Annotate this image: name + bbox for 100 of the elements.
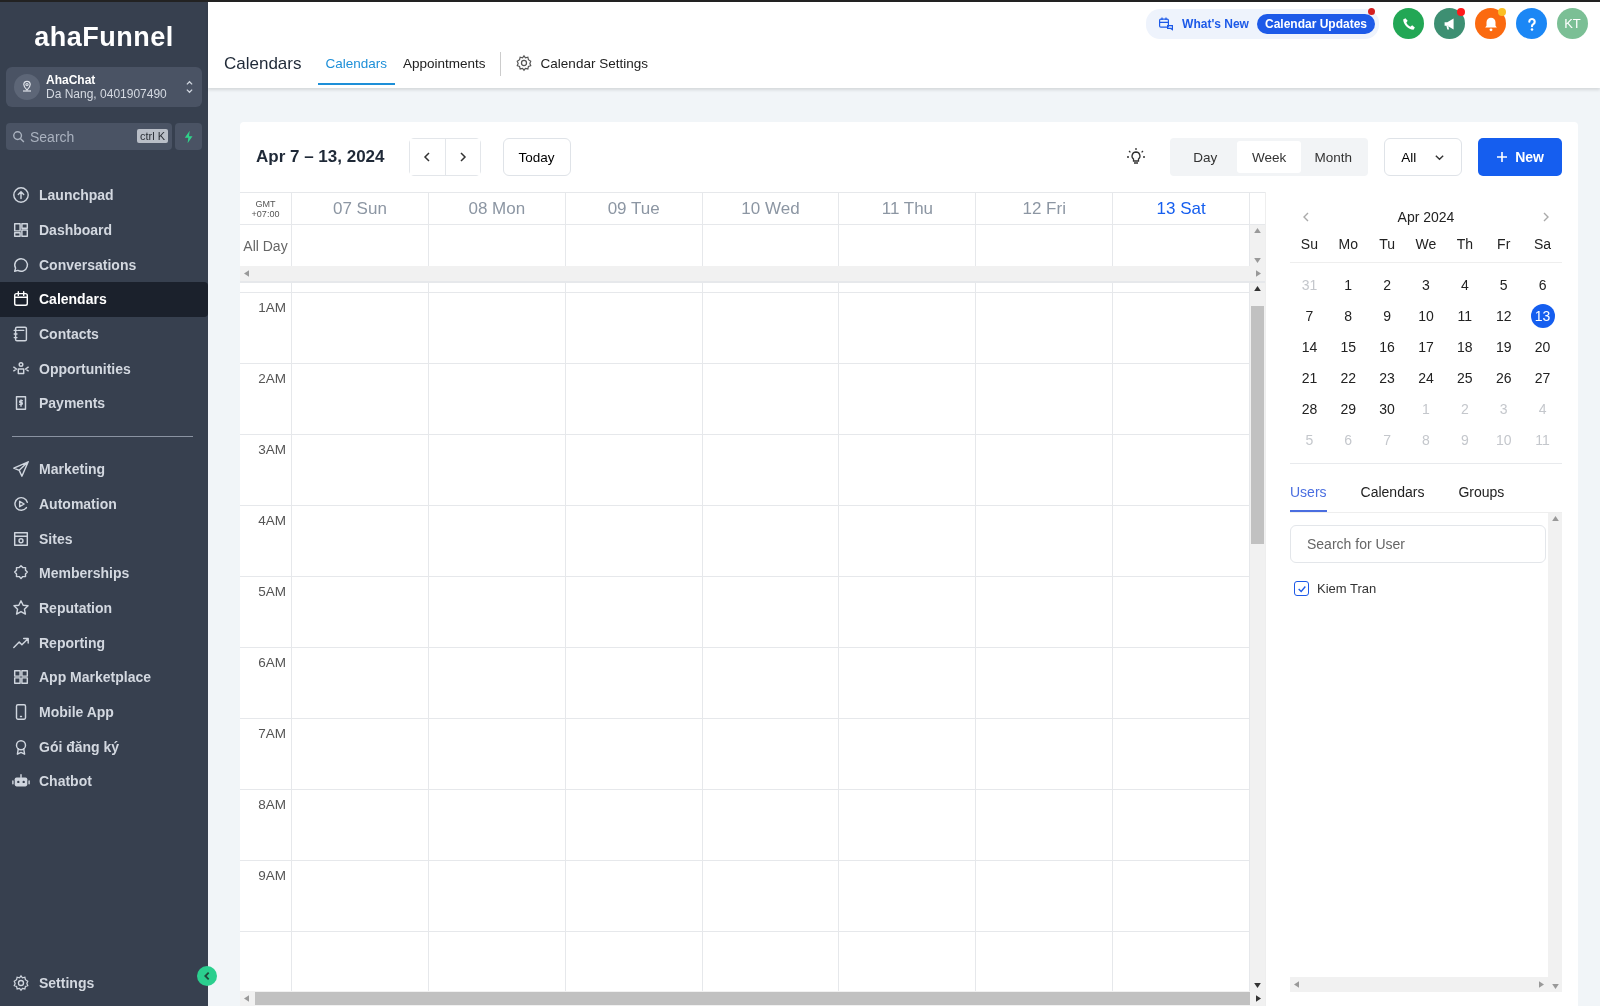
scrollbar[interactable] bbox=[240, 266, 1265, 281]
day-header[interactable]: 13 Sat bbox=[1156, 198, 1206, 219]
view-toggle[interactable]: Day bbox=[1173, 141, 1238, 173]
checkbox[interactable] bbox=[1294, 581, 1309, 596]
nav-item[interactable]: Reputation bbox=[0, 590, 208, 626]
calendar-day[interactable]: 15 bbox=[1336, 334, 1361, 359]
search-icon bbox=[12, 130, 26, 144]
hour-label: 2AM bbox=[258, 370, 287, 387]
chevron-updown-icon bbox=[185, 80, 194, 94]
shortcut-hint: ctrl K bbox=[136, 129, 168, 143]
next-button[interactable] bbox=[444, 139, 480, 175]
scrollbar[interactable] bbox=[240, 991, 1265, 1006]
triangle-left-icon[interactable] bbox=[244, 995, 249, 1002]
weekday-label: Th bbox=[1455, 236, 1474, 252]
calendar-day[interactable]: 18 bbox=[1452, 334, 1477, 359]
calendar-day[interactable]: 7 bbox=[1297, 303, 1322, 328]
calendar-day[interactable]: 25 bbox=[1452, 365, 1477, 390]
quick-action-button[interactable] bbox=[175, 123, 202, 150]
triangle-right-icon[interactable] bbox=[1256, 995, 1261, 1002]
page-title: Calendars bbox=[224, 54, 302, 74]
filter-dropdown[interactable]: All bbox=[1384, 138, 1463, 176]
calendar-settings-tab[interactable]: Calendar Settings bbox=[506, 43, 656, 85]
calendar-day[interactable]: 3 bbox=[1414, 272, 1438, 297]
nav-item[interactable]: Sites bbox=[0, 521, 208, 556]
weekday-label: Mo bbox=[1337, 236, 1359, 252]
nav-item[interactable]: Payments bbox=[0, 386, 208, 421]
nav-item[interactable]: Conversations bbox=[0, 247, 208, 283]
nav-item[interactable]: Automation bbox=[0, 486, 208, 522]
nav-item[interactable]: Mobile App bbox=[0, 694, 208, 730]
calendar-day[interactable]: 22 bbox=[1336, 365, 1361, 390]
settings-link[interactable]: Settings bbox=[0, 965, 107, 1000]
nav-item[interactable]: Chatbot bbox=[0, 764, 208, 799]
calendar-day[interactable]: 30 bbox=[1375, 396, 1400, 421]
nav-item[interactable]: Gói đăng ký bbox=[0, 729, 208, 764]
whats-new-pill[interactable]: What's New Calendar Updates bbox=[1146, 8, 1379, 39]
calendar-day[interactable]: 21 bbox=[1297, 365, 1322, 390]
calendar-day[interactable]: 1 bbox=[1336, 272, 1361, 297]
account-switcher[interactable]: AhaChat Da Nang, 0401907490 bbox=[6, 67, 202, 107]
logo: ahaFunnel bbox=[33, 21, 175, 54]
chat-bubble-icon bbox=[12, 255, 30, 274]
account-detail: Da Nang, 0401907490 bbox=[46, 87, 168, 101]
calendar-day[interactable]: 27 bbox=[1530, 365, 1555, 390]
triangle-left-icon[interactable] bbox=[244, 270, 249, 277]
nav-item[interactable]: Launchpad bbox=[0, 178, 208, 213]
user-name: Kiem Tran bbox=[1317, 581, 1377, 596]
calendar-day[interactable]: 11 bbox=[1452, 303, 1477, 328]
nav-item[interactable]: Marketing bbox=[0, 451, 208, 487]
calendar-day[interactable]: 6 bbox=[1530, 272, 1555, 297]
calendar-day[interactable]: 28 bbox=[1297, 396, 1322, 421]
nav-item[interactable]: App Marketplace bbox=[0, 659, 208, 695]
notification-button[interactable] bbox=[1475, 8, 1506, 39]
calendar-day[interactable]: 10 bbox=[1414, 303, 1438, 328]
new-button[interactable]: New bbox=[1478, 138, 1562, 176]
triangle-down-icon[interactable] bbox=[1254, 983, 1261, 988]
scrollbar[interactable] bbox=[1290, 977, 1548, 992]
view-toggle[interactable]: Month bbox=[1301, 141, 1366, 173]
calendar-day[interactable]: 4 bbox=[1452, 272, 1477, 297]
view-toggle[interactable]: Week bbox=[1237, 141, 1302, 173]
collapse-button[interactable] bbox=[197, 966, 217, 986]
calendar-day[interactable]: 2 bbox=[1375, 272, 1400, 297]
calendar-day[interactable]: 17 bbox=[1414, 334, 1438, 359]
triangle-up-icon[interactable] bbox=[1254, 286, 1261, 291]
scrollbar[interactable] bbox=[1250, 283, 1265, 991]
user-search-field[interactable]: Search for User bbox=[1290, 525, 1546, 563]
calendar-day[interactable]: 20 bbox=[1530, 334, 1555, 359]
location-icon bbox=[14, 74, 40, 100]
filter-tab[interactable]: Groups bbox=[1458, 474, 1505, 512]
phone-button[interactable] bbox=[1393, 8, 1424, 39]
weekday-label: Su bbox=[1299, 236, 1319, 252]
today-button[interactable]: Today bbox=[502, 138, 571, 176]
nav-item[interactable]: Dashboard bbox=[0, 212, 208, 248]
hour-label: 1AM bbox=[258, 299, 287, 316]
calendar-day[interactable]: 9 bbox=[1375, 303, 1400, 328]
announcement-button[interactable] bbox=[1434, 8, 1465, 39]
calendar-day[interactable]: 14 bbox=[1297, 334, 1322, 359]
calendar-day[interactable]: 26 bbox=[1491, 365, 1516, 390]
chevron-left-icon bbox=[202, 971, 212, 981]
filter-tab[interactable]: Users bbox=[1290, 474, 1327, 512]
triangle-left-icon[interactable] bbox=[1294, 981, 1299, 988]
header-tab[interactable]: Appointments bbox=[395, 43, 494, 85]
header-tab[interactable]: Calendars bbox=[317, 43, 396, 85]
calendar-day[interactable]: 8 bbox=[1336, 303, 1361, 328]
calendar-day[interactable]: 16 bbox=[1375, 334, 1400, 359]
nav-item[interactable]: Contacts bbox=[0, 316, 208, 352]
nav-item[interactable]: Memberships bbox=[0, 555, 208, 591]
nav-item[interactable]: Reporting bbox=[0, 625, 208, 660]
calendar-day[interactable]: 24 bbox=[1414, 365, 1438, 390]
calendar-day[interactable]: 13 bbox=[1530, 303, 1555, 328]
calendar-day[interactable]: 5 bbox=[1491, 272, 1516, 297]
calendar-day[interactable]: 19 bbox=[1491, 334, 1516, 359]
help-button[interactable] bbox=[1516, 8, 1547, 39]
nav-item[interactable]: Calendars bbox=[0, 282, 208, 317]
nav-item[interactable]: Opportunities bbox=[0, 351, 208, 387]
calendar-day[interactable]: 23 bbox=[1375, 365, 1400, 390]
plus-icon bbox=[1496, 151, 1509, 163]
calendar-day[interactable]: 12 bbox=[1491, 303, 1516, 328]
filter-tab[interactable]: Calendars bbox=[1360, 474, 1425, 512]
calendar-day[interactable]: 29 bbox=[1336, 396, 1361, 421]
browser-icon bbox=[12, 529, 30, 548]
lightbulb-icon[interactable] bbox=[1126, 147, 1147, 167]
